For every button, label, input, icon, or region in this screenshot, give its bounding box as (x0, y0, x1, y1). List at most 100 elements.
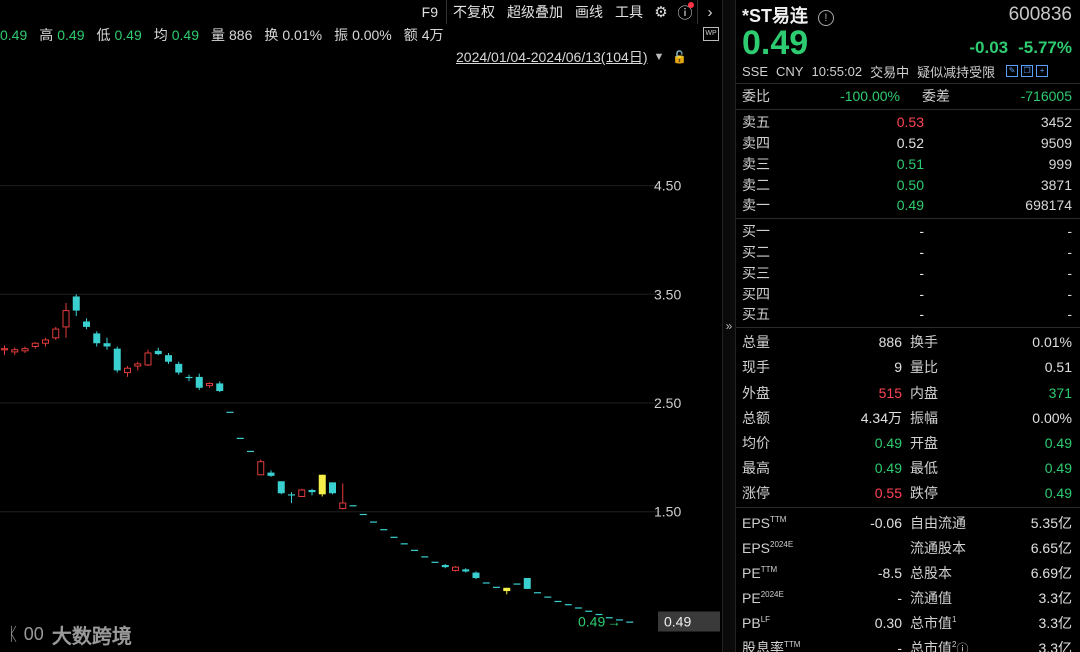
stat-label: 总额 (742, 409, 770, 426)
bid-row[interactable]: 买四 - - (742, 283, 1072, 304)
stat-label: 最高 (742, 459, 770, 476)
stat-row: 外盘 515 内盘 371 (742, 380, 1072, 405)
stat-value: 371 (1048, 384, 1072, 401)
date-range-text[interactable]: 2024/01/04-2024/06/13(104日) (456, 47, 647, 67)
restriction-tag[interactable]: 疑似减持受限 (917, 62, 995, 81)
candle-body (124, 367, 131, 374)
fundamental-value: 6.65亿 (1030, 540, 1072, 557)
ask-row[interactable]: 卖一 0.49 698174 (742, 195, 1072, 216)
ask-level-label: 卖三 (742, 155, 770, 172)
watermark-text: 大数跨境 (51, 626, 132, 648)
candle-body (154, 350, 162, 355)
ask-volume: 999 (1048, 155, 1072, 172)
settings-gear-icon[interactable]: ⚙ (649, 1, 673, 23)
fundamental-label-text: 自由流通 (910, 514, 966, 531)
info-icon[interactable]: ! (817, 10, 834, 27)
stat-label: 外盘 (742, 384, 770, 401)
fundamental-label-sup: TTM (784, 640, 801, 650)
ask-row[interactable]: 卖二 0.50 3871 (742, 174, 1072, 195)
amplitude-label: 振 (334, 27, 349, 43)
candle-body (380, 529, 388, 531)
ask-row[interactable]: 卖四 0.52 9509 (742, 133, 1072, 154)
candle-body (195, 376, 203, 388)
candle-body (236, 437, 244, 439)
panel-collapse-handle[interactable]: » (722, 0, 736, 652)
tools-button[interactable]: 工具 (609, 1, 649, 23)
fundamental-label: PETTM (742, 565, 820, 581)
fundamental-value: 3.3亿 (1038, 615, 1072, 632)
date-range-selector[interactable]: 2024/01/04-2024/06/13(104日) ▼ 🔓 (456, 48, 687, 66)
ask-row[interactable]: 卖三 0.51 999 (742, 153, 1072, 174)
fundamental-label-sup: 2024E (760, 590, 784, 600)
fundamental-label-text: 股息率 (742, 640, 784, 652)
candle-body (452, 566, 459, 571)
arrow-icon: → (607, 614, 621, 630)
bid-level-label: 买三 (742, 264, 770, 281)
order-diff-label: 委差 (922, 88, 950, 105)
ask-price: 0.53 (896, 114, 924, 131)
fundamental-value: -0.06 (870, 514, 902, 531)
stat-value: 0.49 (874, 459, 902, 476)
candle-body (288, 494, 295, 496)
bid-row[interactable]: 买三 - - (742, 262, 1072, 283)
fundamental-label: 总市值1 (902, 613, 982, 633)
stat-label: 内盘 (910, 384, 938, 401)
order-ratio-label: 委比 (742, 88, 770, 105)
candle-body (247, 450, 254, 453)
fundamental-label-sup: TTM (770, 514, 787, 524)
trade-stats: 总量 886 换手 0.01% 现手 9 量比 0.51 外盘 515 内盘 371 总额 4.34万 振幅… (742, 330, 1072, 506)
candle-body (52, 328, 60, 339)
stat-value: 0.49 (1044, 484, 1072, 501)
market-meta: SSE CNY 10:55:02 交易中 疑似减持受限 ✎ ❐ + (742, 61, 1072, 81)
turnover-label: 换 (264, 27, 279, 43)
stat-label: 现手 (742, 359, 770, 376)
exchange: SSE (742, 63, 769, 79)
super-overlay-button[interactable]: 超级叠加 (501, 1, 569, 23)
high-value: 0.49 (57, 27, 85, 43)
candle-body (1, 348, 8, 351)
bid-row[interactable]: 买五 - - (742, 304, 1072, 325)
bid-volume: - (1067, 223, 1072, 240)
draw-line-button[interactable]: 画线 (569, 1, 609, 23)
high-label: 高 (39, 27, 54, 43)
ask-volume: 9509 (1040, 134, 1072, 151)
chart-toolbar: F9 不复权 超级叠加 画线 工具 ⚙ ⓘ › (414, 0, 722, 24)
fundamental-label-text: 流通股本 (910, 540, 966, 557)
wp-icon[interactable]: WP (703, 27, 719, 41)
candle-body (318, 474, 326, 495)
fundamental-label: PBLF (742, 615, 820, 631)
dropdown-triangle-icon[interactable]: ▼ (653, 51, 664, 63)
edit-icon[interactable]: ✎ (1006, 65, 1019, 77)
bid-price: - (919, 223, 924, 240)
bid-volume: - (1067, 243, 1072, 260)
volume-value: 886 (229, 27, 253, 43)
chevron-right-icon[interactable]: › (698, 1, 722, 23)
candle-body (298, 489, 306, 497)
bid-row[interactable]: 买二 - - (742, 242, 1072, 263)
price-change: -0.03 -5.77% (959, 38, 1072, 58)
kline-chart-area[interactable]: 4.50 3.50 2.50 1.50 0.49 → 0.49 F9 不复权 超级叠加 画线… (0, 0, 722, 652)
copy-icon[interactable]: ❐ (1021, 65, 1034, 77)
candle-body (400, 543, 408, 545)
candle-body (421, 556, 429, 558)
last-price: 0.49 (742, 24, 809, 62)
candle-body (103, 343, 111, 347)
lock-icon[interactable]: 🔓 (672, 50, 687, 64)
ask-row[interactable]: 卖五 0.53 3452 (742, 112, 1072, 133)
info-circle-icon[interactable]: ⓘ (956, 642, 968, 652)
ask-level-label: 卖一 (742, 197, 770, 214)
candle-body (359, 513, 367, 516)
f9-button[interactable]: F9 (414, 1, 446, 23)
add-icon[interactable]: + (1036, 65, 1049, 77)
candle-body (544, 596, 552, 598)
candle-body (216, 383, 224, 392)
kline-plot[interactable]: 4.503.502.501.500.49 → 0.49 (0, 0, 722, 652)
adjust-mode-button[interactable]: 不复权 (447, 1, 501, 23)
fundamental-label: 流通值 (902, 588, 982, 608)
price-axis-tag-label: 0.49 (664, 614, 691, 630)
help-icon[interactable]: ⓘ (673, 1, 697, 23)
bid-price: - (919, 306, 924, 323)
stat-value: 0.00% (1032, 409, 1072, 426)
bid-row[interactable]: 买一 - - (742, 221, 1072, 242)
divider (736, 108, 1080, 110)
